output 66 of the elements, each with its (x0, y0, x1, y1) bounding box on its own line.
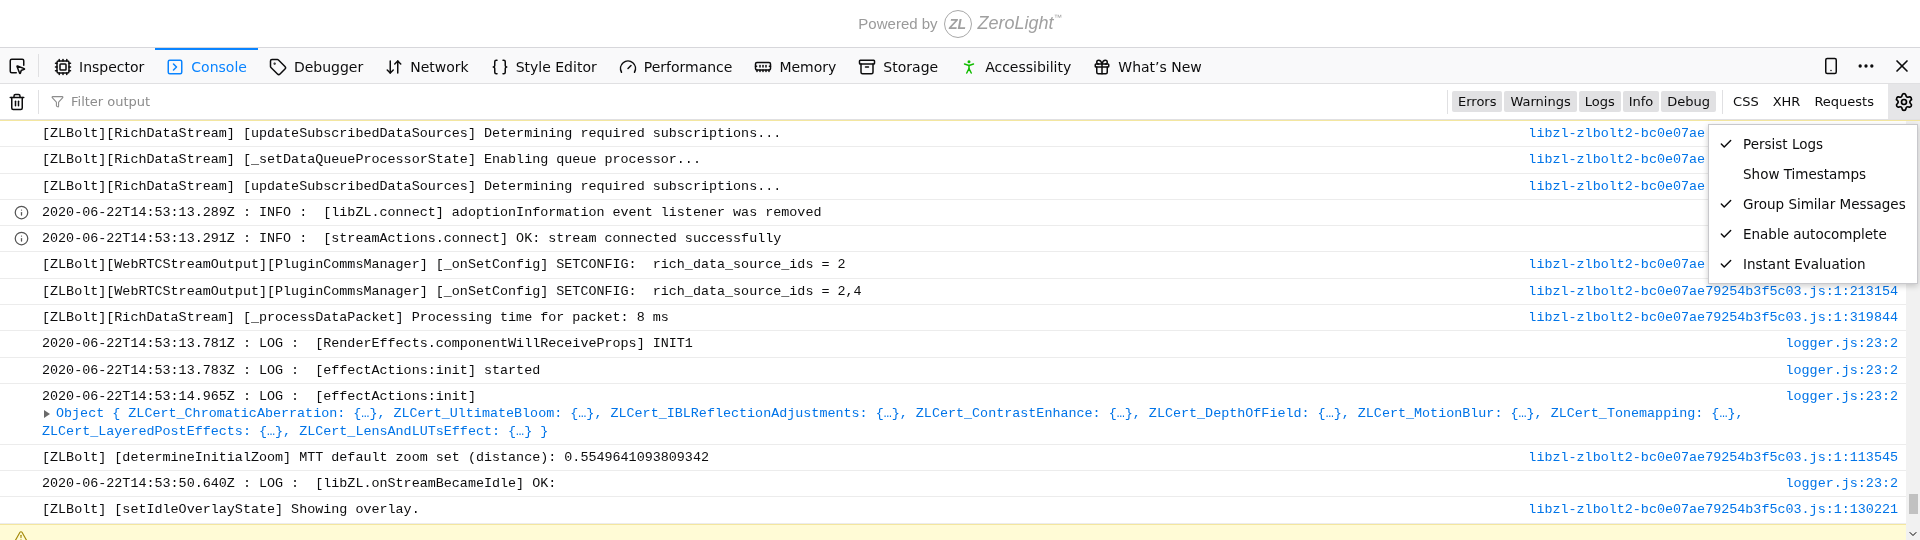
menu-item[interactable]: Group Similar Messages (1709, 189, 1917, 219)
log-message: [ZLBolt][RichDataStream] [updateSubscribedDataSources] Determining required subscriptions... (42, 125, 782, 143)
devtools-tab[interactable]: What’s New (1082, 48, 1213, 83)
console-icon (166, 57, 185, 76)
type-filter-button[interactable]: Requests (1808, 91, 1880, 112)
log-message: 2020-06-22T14:53:13.289Z : INFO : [libZL.connect] adoptionInformation event listener was removed (42, 203, 822, 222)
devtools-tab[interactable]: Network (374, 48, 480, 83)
source-link[interactable]: libzl-zlbolt2-bc0e07ae79254b3f5c03.js:1:113545 (1528, 448, 1898, 467)
arrows-icon (385, 57, 404, 76)
log-message: [ZLBolt][WebRTCStreamOutput][PluginCommsManager] [_onSetConfig] SETCONFIG: rich_data_source_ids = 2,4 (42, 282, 862, 301)
level-filter-button[interactable]: Errors (1452, 91, 1503, 112)
level-filter-button[interactable]: Logs (1578, 91, 1621, 112)
tag-icon (268, 57, 287, 76)
level-filter-button[interactable]: Debug (1661, 91, 1717, 112)
devtools-tab[interactable]: Accessibility (949, 48, 1083, 83)
info-icon (13, 204, 29, 220)
log-message: [ZLBolt] [setIdleOverlayState] Showing overlay. (42, 501, 420, 519)
level-filter-button[interactable]: Warnings (1504, 91, 1577, 112)
gauge-icon (618, 57, 637, 76)
devtools-tab[interactable]: Memory (743, 48, 848, 83)
storage-icon (858, 57, 877, 76)
log-message: [ZLBolt][WebRTCStreamOutput][PluginCommsManager] [_onSetConfig] SETCONFIG: rich_data_source_ids = 2 (42, 256, 846, 274)
source-link[interactable]: libzl-zlbolt2-bc0e07ae79254b3f5c03.js:1:319844 (1528, 309, 1898, 327)
braces-icon (490, 57, 509, 76)
devtools-tab[interactable]: Style Editor (479, 48, 608, 83)
brand-name: ZeroLight™ (977, 13, 1062, 34)
object-preview[interactable]: ZLCert_LayeredPostEffects: {…}, ZLCert_LensAndLUTsEffect: {…} } (42, 422, 549, 440)
expand-caret-icon[interactable] (42, 408, 52, 419)
log-message: [ZLBolt][RichDataStream] [_setDataQueueProcessorState] Enabling queue processor... (42, 151, 701, 169)
object-preview[interactable]: Object { ZLCert_ChromaticAberration: {…}, ZLCert_UltimateBloom: {…}, ZLCert_IBLReflectionAdjustments: {…}, ZLCert_ContrastEnhance: {…}, ZLCert_DepthOfField: {…}, ZLCert_MotionBlur: {…}, ZLCert_Tonemapping: {…}, (56, 405, 1744, 423)
source-link[interactable]: libzl-zlbolt2-bc0e07ae79254b3f5c03.js:1:213154 (1528, 282, 1898, 301)
scroll-thumb[interactable] (1908, 494, 1918, 514)
gift-icon (1093, 57, 1112, 76)
devtools-tab[interactable]: Storage (847, 48, 950, 83)
filter-icon (51, 95, 64, 108)
devtools-tab[interactable]: Debugger (257, 48, 375, 83)
settings-icon (1894, 91, 1914, 112)
type-filter-button[interactable]: CSS (1727, 91, 1765, 112)
log-message: [ZLBolt] [determineInitialZoom] MTT default zoom set (distance): 0.5549641093809342 (42, 448, 709, 467)
log-message: 2020-06-22T14:53:13.783Z : LOG : [effectActions:init] started (42, 361, 541, 379)
log-message: 2020-06-22T14:53:13.781Z : LOG : [RenderEffects.componentWillReceiveProps] INIT1 (42, 335, 693, 353)
source-link[interactable]: logger.js:23:2 (1528, 361, 1898, 379)
info-icon (13, 231, 29, 247)
filter-input[interactable]: Filter output (69, 93, 1435, 110)
warning-icon (14, 529, 28, 540)
log-message: [ZLBolt][RichDataStream] [updateSubscribedDataSources] Determining required subscriptions... (42, 177, 782, 195)
source-link[interactable]: logger.js:23:2 (1528, 335, 1898, 353)
chip-icon (54, 57, 72, 76)
log-message: 2020-06-22T14:53:14.965Z : LOG : [effectActions:init] (42, 387, 476, 406)
devtools-tab[interactable]: Console (155, 48, 258, 83)
menu-item[interactable]: Enable autocomplete (1709, 219, 1917, 249)
devtools-tab[interactable]: Inspector (43, 48, 156, 83)
source-link[interactable]: logger.js:23:2 (1528, 475, 1898, 493)
log-message: 2020-06-22T14:53:50.640Z : LOG : [libZL.onStreamBecameIdle] OK: (42, 475, 557, 493)
settings-button[interactable] (1888, 84, 1920, 119)
source-link[interactable]: logger.js:23:2 (1528, 387, 1898, 406)
menu-item[interactable]: Instant Evaluation (1709, 249, 1917, 279)
menu-item[interactable]: Persist Logs (1709, 129, 1917, 159)
source-link[interactable]: libzl-zlbolt2-bc0e07ae79254b3f5c03.js:1:130221 (1528, 501, 1898, 519)
log-message: 2020-06-22T14:53:13.291Z : INFO : [streamActions.connect] OK: stream connected successfully (42, 230, 782, 248)
powered-by-text: Powered by (858, 15, 938, 32)
log-message: [ZLBolt][RichDataStream] [_processDataPacket] Processing time for packet: 8 ms (42, 309, 669, 327)
level-filter-button[interactable]: Info (1622, 91, 1660, 112)
devtools-tab[interactable]: Performance (607, 48, 744, 83)
menu-item[interactable]: Show Timestamps (1709, 159, 1917, 189)
type-filter-button[interactable]: XHR (1766, 91, 1807, 112)
